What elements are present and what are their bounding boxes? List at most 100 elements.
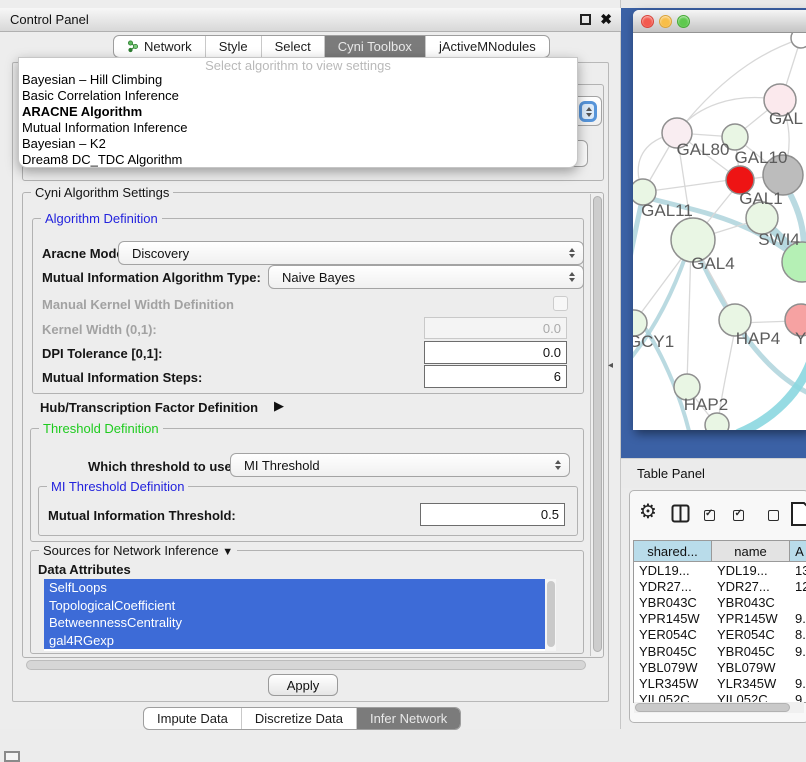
algorithm-definition-title: Algorithm Definition	[41, 211, 162, 226]
table-row[interactable]: YPR145WYPR145W9.	[634, 611, 806, 627]
table-cell: YLR345W	[712, 675, 790, 691]
table-cell: YDL19...	[712, 562, 790, 578]
table-row[interactable]: YER054CYER054C8.	[634, 627, 806, 643]
node-label-hap4: HAP4	[736, 329, 780, 348]
close-icon[interactable]: ✖	[600, 11, 612, 28]
algorithm-option-dream8-dc-tdc-algorithm[interactable]: Dream8 DC_TDC Algorithm	[19, 152, 577, 168]
table-row[interactable]: YBL079WYBL079W	[634, 659, 806, 675]
column-header-name[interactable]: name	[712, 541, 790, 562]
table-cell: YBL079W	[712, 659, 790, 675]
combo-focused-spinner[interactable]	[579, 101, 597, 122]
zoom-traffic-light-icon[interactable]	[677, 15, 690, 28]
deselect-all-checkbox-icon[interactable]	[768, 510, 779, 521]
settings-horizontal-scrollbar[interactable]	[26, 660, 586, 670]
node-label-hap2: HAP2	[684, 395, 728, 414]
table-row[interactable]: YDL19...YDL19...13	[634, 562, 806, 578]
mi-type-value: Naive Bayes	[282, 266, 355, 288]
node-label-gal1: GAL1	[739, 189, 782, 208]
mi-type-combo[interactable]: Naive Bayes	[268, 265, 584, 289]
column-header-a[interactable]: A	[790, 541, 806, 562]
algorithm-option-basic-correlation-inference[interactable]: Basic Correlation Inference	[19, 88, 577, 104]
algorithm-option-aracne-algorithm[interactable]: ARACNE Algorithm	[19, 104, 577, 120]
node-cut-top[interactable]	[791, 33, 806, 48]
table-row[interactable]: YBR045CYBR045C9.	[634, 643, 806, 659]
minimize-traffic-light-icon[interactable]	[659, 15, 672, 28]
new-document-icon[interactable]	[790, 501, 806, 527]
node-cut-bottom[interactable]	[705, 413, 729, 430]
hub-definition-label[interactable]: Hub/Transcription Factor Definition	[40, 400, 258, 415]
tab-jactivemnodules[interactable]: jActiveMNodules	[426, 36, 549, 57]
mi-threshold-label: Mutual Information Threshold:	[48, 508, 236, 523]
algorithm-option-bayesian-k2[interactable]: Bayesian – K2	[19, 136, 577, 152]
mi-threshold-field[interactable]: 0.5	[420, 503, 565, 526]
aracne-mode-combo[interactable]: Discovery	[118, 241, 584, 265]
apply-button[interactable]: Apply	[268, 674, 338, 696]
table-cell: YDL19...	[634, 562, 712, 578]
edge[interactable]	[739, 361, 806, 430]
settings-group-title: Cyni Algorithm Settings	[31, 185, 173, 200]
collapse-triangle-icon[interactable]: ▼	[222, 546, 233, 558]
table-cell: YBR045C	[634, 643, 712, 659]
network-canvas[interactable]: GALGAL80GAL10GAL1GAL11SWI4GAL4GCY1HAP4YH…	[633, 33, 806, 430]
table-body: YDL19...YDL19...13YDR27...YDR27...12YBR0…	[634, 562, 806, 703]
manual-kernel-checkbox[interactable]	[553, 296, 568, 311]
attributes-scroll-thumb[interactable]	[547, 581, 555, 647]
edge[interactable]	[643, 179, 737, 192]
node-label-salmon: Y	[795, 329, 806, 348]
table-cell: YBR045C	[712, 643, 790, 659]
tab-select[interactable]: Select	[262, 36, 325, 57]
mi-steps-field[interactable]: 6	[424, 365, 567, 388]
float-window-icon[interactable]	[580, 14, 591, 25]
network-window-titlebar[interactable]	[633, 10, 806, 33]
table-cell: YBR043C	[634, 594, 712, 610]
cut-off-panel-icon[interactable]	[4, 751, 20, 762]
kernel-width-field[interactable]: 0.0	[424, 317, 567, 339]
tab-impute-data[interactable]: Impute Data	[144, 708, 242, 729]
attribute-item-gal4rgexp[interactable]: gal4RGexp	[44, 632, 545, 650]
attribute-item-selfloops[interactable]: SelfLoops	[44, 579, 545, 597]
which-threshold-combo[interactable]: MI Threshold	[230, 453, 570, 477]
node-label-gal80: GAL80	[677, 140, 730, 159]
table-row[interactable]: YLR345WYLR345W9.	[634, 675, 806, 691]
tab-network[interactable]: Network	[114, 36, 206, 57]
table-cell: 13	[790, 562, 806, 578]
table-container: ⚙ shared...nameA YDL19...YDL19...13YDR27…	[629, 490, 806, 723]
table-horizontal-scrollbar[interactable]	[634, 702, 804, 713]
tab-style[interactable]: Style	[206, 36, 262, 57]
data-attributes-label: Data Attributes	[38, 562, 131, 577]
table-hscroll-thumb[interactable]	[635, 703, 790, 712]
table-cell: YBL079W	[634, 659, 712, 675]
sources-group-title[interactable]: Sources for Network Inference ▼	[39, 543, 237, 560]
control-panel-titlebar: Control Panel ✖	[0, 8, 621, 32]
settings-vertical-scrollbar[interactable]	[590, 194, 603, 656]
select-all-checkbox2-icon[interactable]	[733, 510, 744, 521]
table-cell: YLR345W	[634, 675, 712, 691]
split-pane-collapse-icon[interactable]: ◂	[608, 360, 613, 371]
data-attributes-list: SelfLoopsTopologicalCoefficientBetweenne…	[44, 579, 545, 651]
network-icon	[127, 40, 139, 53]
dpi-tolerance-field[interactable]: 0.0	[424, 341, 567, 364]
table-cell: YDR27...	[634, 578, 712, 594]
table-row[interactable]: YBR043CYBR043C	[634, 594, 806, 610]
gear-icon[interactable]: ⚙	[639, 502, 657, 522]
algorithm-option-mutual-information-inference[interactable]: Mutual Information Inference	[19, 120, 577, 136]
settings-vscroll-thumb[interactable]	[593, 196, 602, 652]
select-all-checkbox-icon[interactable]	[704, 510, 715, 521]
node-label-gal11: GAL11	[641, 201, 693, 220]
expand-arrow-icon[interactable]: ▶	[274, 398, 284, 414]
network-graph[interactable]: GALGAL80GAL10GAL1GAL11SWI4GAL4GCY1HAP4YH…	[633, 33, 806, 430]
close-traffic-light-icon[interactable]	[641, 15, 654, 28]
table-row[interactable]: YDR27...YDR27...12	[634, 578, 806, 594]
split-columns-icon[interactable]	[671, 504, 690, 523]
algorithm-option-bayesian-hill-climbing[interactable]: Bayesian – Hill Climbing	[19, 72, 577, 88]
column-header-shared[interactable]: shared...	[634, 541, 712, 562]
dpi-tolerance-label: DPI Tolerance [0,1]:	[42, 346, 162, 361]
tab-cyni-toolbox[interactable]: Cyni Toolbox	[325, 36, 426, 57]
table-cell: 12	[790, 578, 806, 594]
attribute-item-betweennesscentrality[interactable]: BetweennessCentrality	[44, 614, 545, 632]
attributes-list-scrollbar[interactable]	[545, 579, 556, 651]
table-cell: YPR145W	[712, 611, 790, 627]
tab-infer-network[interactable]: Infer Network	[357, 708, 460, 729]
tab-discretize-data[interactable]: Discretize Data	[242, 708, 357, 729]
attribute-item-topologicalcoefficient[interactable]: TopologicalCoefficient	[44, 597, 545, 615]
